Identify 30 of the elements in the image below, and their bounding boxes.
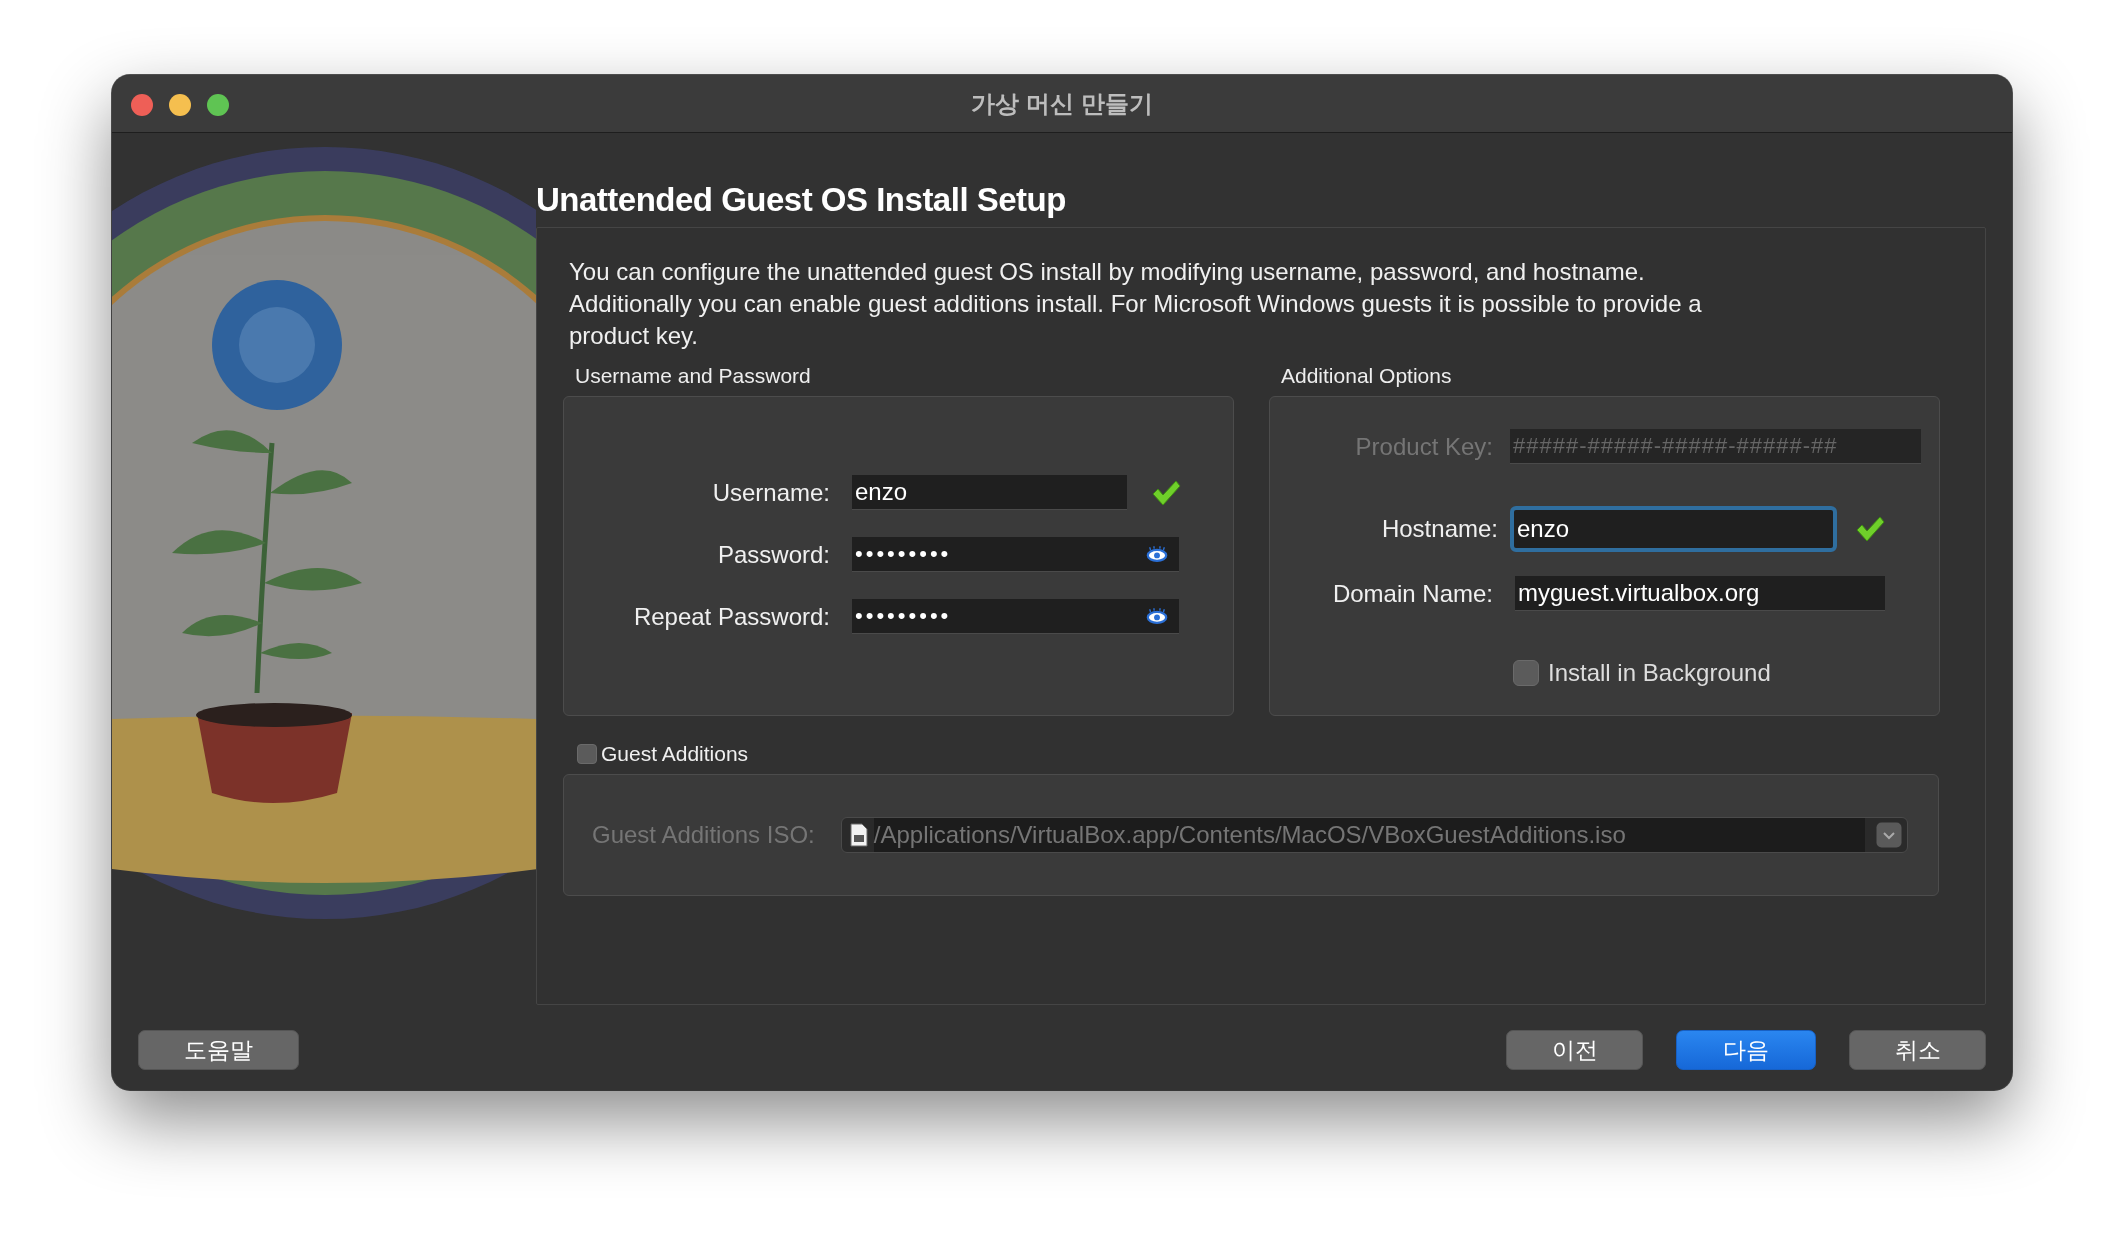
field-label: Domain Name: (1331, 579, 1493, 608)
checkbox[interactable] (1513, 660, 1539, 686)
cancel-button[interactable]: 취소 (1849, 1030, 1986, 1070)
eye-icon[interactable] (1146, 607, 1168, 625)
help-button[interactable]: 도움말 (138, 1030, 299, 1070)
close-button[interactable] (131, 94, 153, 116)
field-label: Hostname: (1380, 515, 1498, 543)
next-button[interactable]: 다음 (1676, 1030, 1816, 1070)
eye-icon[interactable] (1146, 545, 1168, 563)
field-label: Password: (716, 540, 830, 569)
field-label: Repeat Password: (632, 602, 830, 631)
group-title: Username and Password (575, 364, 812, 388)
field-label: Guest Additions ISO: (592, 821, 815, 849)
description-text: You can configure the unattended guest OS install by modifying username, password, and hostname. Additionally you can enable guest additions install. For Microsoft Windows guests it is possible to provide a product key. (569, 257, 1703, 351)
window-title: 가상 머신 만들기 (971, 88, 1153, 119)
field-label: Product Key: (1354, 432, 1493, 461)
password-field[interactable]: ••••••••• (852, 537, 1179, 572)
domain-name-field[interactable]: myguest.virtualbox.org (1515, 576, 1885, 611)
password-field[interactable]: ••••••••• (852, 599, 1179, 634)
username-field[interactable]: enzo (852, 475, 1127, 510)
back-button[interactable]: 이전 (1506, 1030, 1643, 1070)
page-title: Unattended Guest OS Install Setup (536, 181, 1067, 219)
checkbox-label: Guest Additions (601, 742, 749, 766)
zoom-button[interactable] (207, 94, 229, 116)
group-title: Additional Options (1281, 364, 1453, 388)
document-icon (849, 823, 868, 847)
checkbox-label: Install in Background (1548, 659, 1771, 687)
minimize-button[interactable] (169, 94, 191, 116)
hostname-field[interactable]: enzo (1510, 506, 1837, 552)
field-label: Username: (711, 478, 830, 507)
